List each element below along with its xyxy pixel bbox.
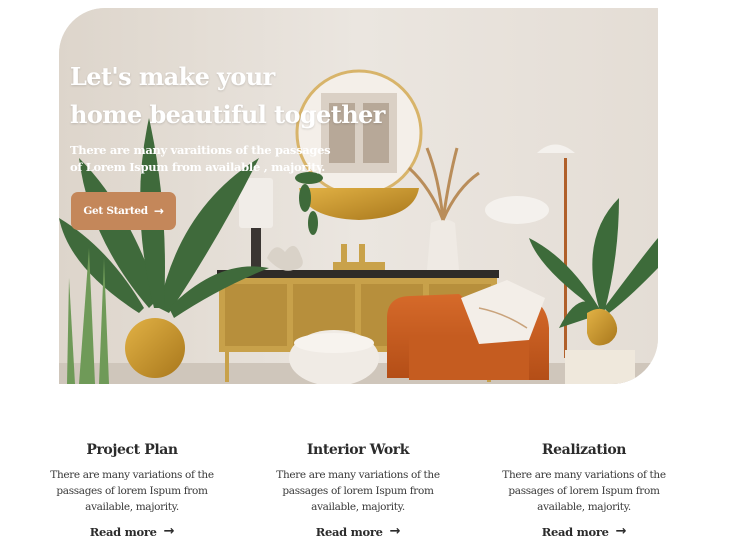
features-section: Project Plan There are many variations o… xyxy=(0,440,744,558)
feature-project-plan: Project Plan There are many variations o… xyxy=(32,440,232,540)
hero-subtitle: There are many varaitions of the passage… xyxy=(70,143,331,174)
hero-banner: Let's make your home beautiful together … xyxy=(59,8,658,384)
arrow-right-icon: → xyxy=(389,524,401,539)
feature-text: There are many variations of the passage… xyxy=(50,469,214,513)
hero-title-line1: Let's make your xyxy=(70,62,275,91)
get-started-button[interactable]: Get Started → xyxy=(71,192,176,230)
read-more-label: Read more xyxy=(315,524,383,539)
feature-interior-work: Interior Work There are many variations … xyxy=(258,440,458,540)
arrow-right-icon: → xyxy=(163,524,175,539)
read-more-link[interactable]: Read more → xyxy=(315,524,401,539)
read-more-link[interactable]: Read more → xyxy=(89,524,175,539)
feature-title: Project Plan xyxy=(86,442,178,458)
feature-text: There are many variations of the passage… xyxy=(502,469,666,513)
feature-realization: Realization There are many variations of… xyxy=(484,440,684,540)
read-more-link[interactable]: Read more → xyxy=(541,524,627,539)
get-started-label: Get Started xyxy=(83,205,148,217)
arrow-right-icon: → xyxy=(615,524,627,539)
hero-title-line2: home beautiful together xyxy=(70,100,385,129)
read-more-label: Read more xyxy=(89,524,157,539)
hero-title: Let's make your home beautiful together xyxy=(70,58,400,134)
feature-text: There are many variations of the passage… xyxy=(276,469,440,513)
feature-title: Realization xyxy=(541,442,627,458)
feature-title: Interior Work xyxy=(306,442,410,458)
read-more-label: Read more xyxy=(541,524,609,539)
arrow-right-icon: → xyxy=(153,204,164,218)
